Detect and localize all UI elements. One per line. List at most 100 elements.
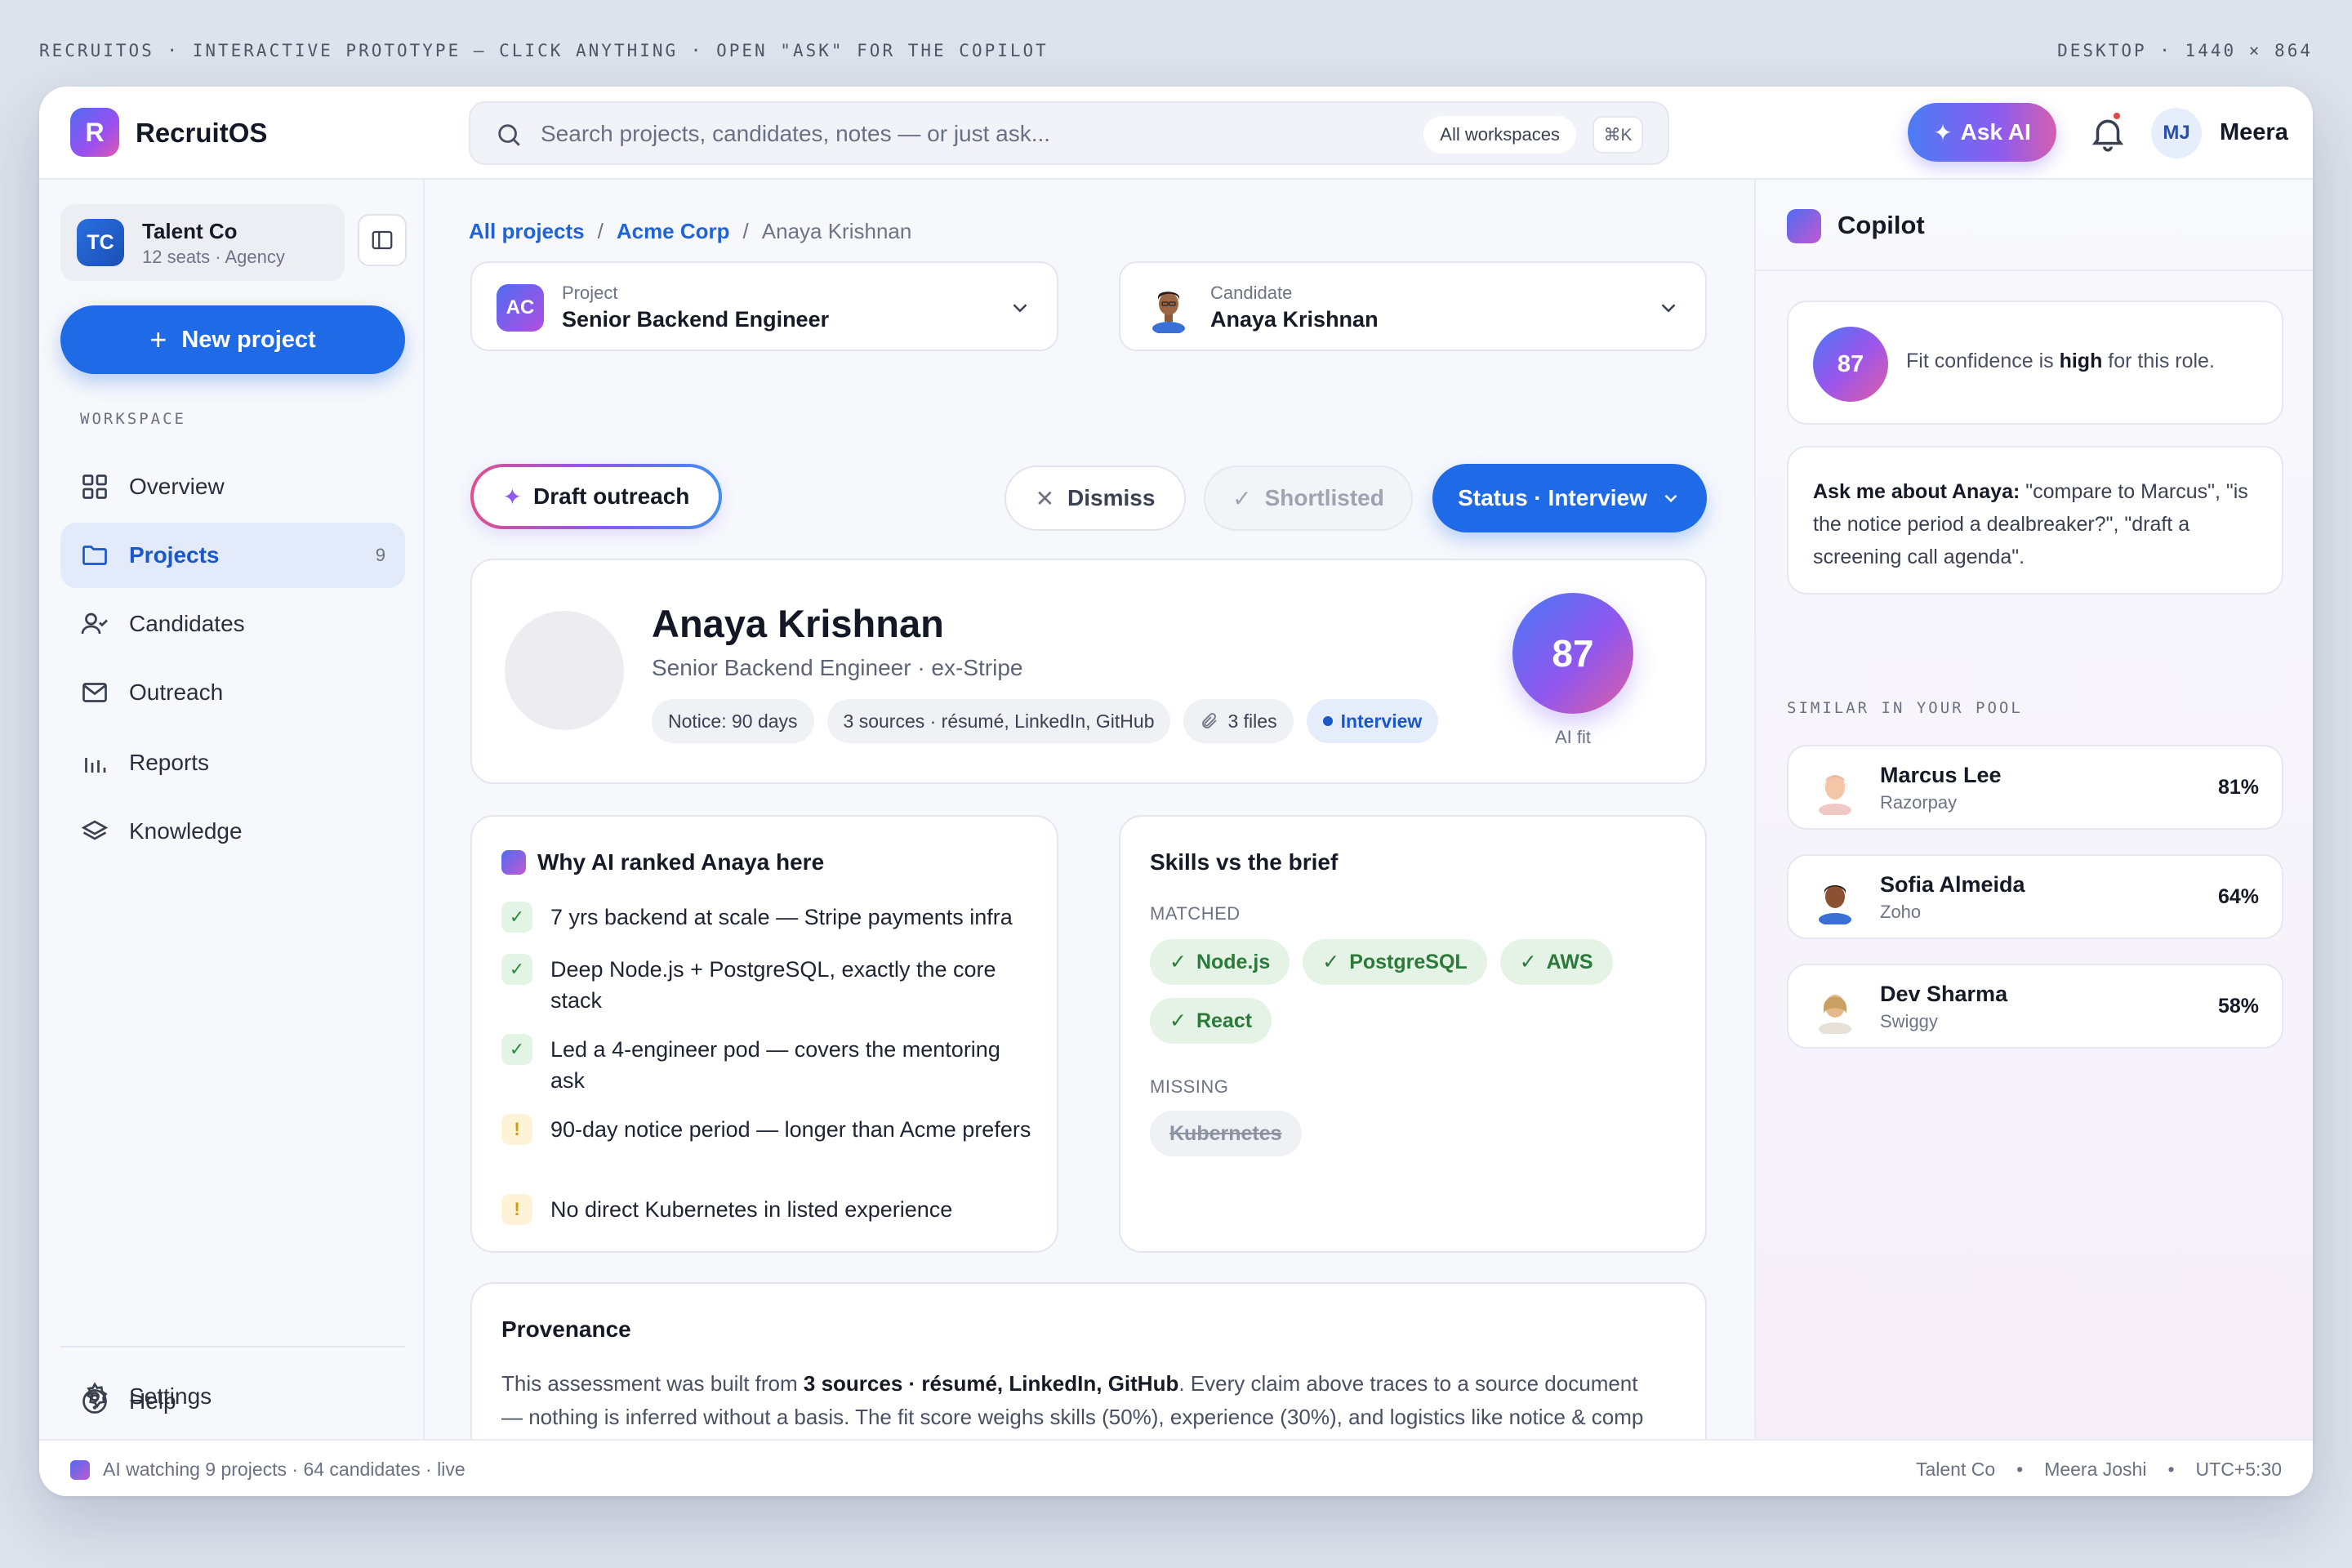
sidebar-item-label: Help [129, 1388, 176, 1414]
sidebar-item-outreach[interactable]: Outreach [60, 660, 405, 725]
similar-candidate-company: Zoho [1880, 902, 1922, 922]
app-logo[interactable]: R [70, 108, 119, 157]
check-icon: ✓ [1519, 951, 1537, 973]
skills-title: Skills vs the brief [1150, 849, 1339, 875]
ask-me-card[interactable]: Ask me about Anaya: "compare to Marcus",… [1787, 446, 2283, 595]
breadcrumb-separator: / [597, 219, 604, 243]
sidebar-item-projects[interactable]: Projects 9 [60, 523, 405, 588]
similar-candidate-company: Razorpay [1880, 792, 1958, 813]
candidate-photo-placeholder [505, 611, 624, 730]
draft-outreach-label: Draft outreach [533, 483, 690, 509]
similar-candidate-match: 58% [2217, 995, 2259, 1018]
sources-chip[interactable]: 3 sources · résumé, LinkedIn, GitHub [826, 699, 1171, 743]
collapse-sidebar-button[interactable] [358, 214, 407, 266]
why-item-text: No direct Kubernetes in listed experienc… [550, 1197, 953, 1222]
breadcrumb-separator: / [742, 219, 749, 243]
similar-candidate-row[interactable]: Marcus Lee Razorpay 81% [1787, 745, 2283, 830]
chevron-down-icon [1013, 304, 1027, 313]
status-dropdown[interactable]: Status · Interview [1432, 464, 1707, 532]
sidebar: TC Talent Co 12 seats · Agency + New pro… [39, 180, 425, 1454]
draft-outreach-button[interactable]: ✦ Draft outreach [470, 464, 722, 529]
status-dot [1322, 716, 1333, 726]
dismiss-label: Dismiss [1067, 485, 1156, 510]
sidebar-item-reports[interactable]: Reports [60, 730, 405, 795]
check-icon: ✓ [501, 1034, 532, 1065]
team-name: Talent Co [142, 219, 238, 243]
search-bar[interactable]: Search projects, candidates, notes — or … [469, 101, 1669, 165]
top-bar: R RecruitOS Search projects, candidates,… [39, 87, 2313, 180]
ask-ai-button[interactable]: ✦ Ask AI [1908, 103, 2056, 162]
user-avatar[interactable]: MJ [2151, 108, 2202, 158]
similar-candidate-row[interactable]: Dev Sharma Swiggy 58% [1787, 964, 2283, 1049]
breadcrumb-all-projects[interactable]: All projects [469, 219, 585, 244]
candidate-avatar-icon [1152, 292, 1185, 333]
skill-label: React [1196, 1009, 1253, 1032]
similar-candidate-match: 81% [2217, 776, 2259, 799]
sidebar-item-help[interactable]: Help [60, 1369, 405, 1434]
check-icon: ✓ [501, 954, 532, 985]
candidate-picker-value: Anaya Krishnan [1210, 307, 1379, 332]
candidate-picker[interactable]: Candidate Anaya Krishnan [1119, 261, 1707, 351]
copilot-title: Copilot [1838, 211, 1925, 239]
user-name[interactable]: Meera [2220, 119, 2288, 146]
projects-count-badge: 9 [375, 545, 385, 565]
team-switcher[interactable]: TC Talent Co 12 seats · Agency [60, 204, 345, 281]
provenance-text-start: This assessment was built from [501, 1371, 804, 1396]
similar-candidate-company: Swiggy [1880, 1011, 1938, 1031]
bell-icon[interactable] [2087, 113, 2128, 154]
profile-chips: Notice: 90 days 3 sources · résumé, Link… [652, 699, 1439, 743]
interview-status-chip: Interview [1306, 699, 1439, 743]
mail-icon [82, 683, 107, 702]
close-icon: ✕ [1035, 485, 1055, 511]
ask-me-heading: Ask me about Anaya: [1813, 480, 2020, 503]
provenance-sources: 3 sources · résumé, LinkedIn, GitHub [803, 1371, 1179, 1396]
dismiss-button[interactable]: ✕ Dismiss [1004, 466, 1186, 531]
footer-timezone: UTC+5:30 [2195, 1459, 2282, 1480]
ai-status-text: AI watching 9 projects · 64 candidates ·… [103, 1459, 466, 1480]
sparkle-icon: ✦ [1933, 119, 1953, 145]
skill-chip: ✓ React [1150, 998, 1272, 1044]
main-content: All projects / Acme Corp / Anaya Krishna… [425, 180, 1754, 1454]
similar-candidate-match: 64% [2217, 885, 2259, 908]
copilot-icon [1787, 209, 1821, 243]
skills-card: Skills vs the brief MATCHED ✓ Node.js ✓ Po… [1119, 815, 1707, 1253]
why-item: ! No direct Kubernetes in listed experie… [501, 1194, 1032, 1225]
sidebar-item-candidates[interactable]: Candidates [60, 591, 405, 657]
sidebar-item-overview[interactable]: Overview [60, 454, 405, 519]
folder-icon [82, 546, 107, 565]
skill-chip: ✓ Node.js [1150, 939, 1290, 985]
workspace-filter[interactable]: All workspaces [1423, 116, 1576, 154]
sidebar-item-knowledge[interactable]: Knowledge [60, 799, 405, 864]
ask-ai-label: Ask AI [1960, 119, 2031, 145]
prototype-banner: RECRUITOS · INTERACTIVE PROTOTYPE — CLIC… [39, 41, 2313, 60]
shortlisted-button[interactable]: ✓ Shortlisted [1204, 466, 1413, 531]
similar-candidate-name: Marcus Lee [1880, 763, 2002, 787]
matched-label: MATCHED [1150, 903, 1241, 924]
why-item: ! 90-day notice period — longer than Acm… [501, 1114, 1032, 1145]
notification-dot [2112, 111, 2122, 121]
app-window: R RecruitOS Search projects, candidates,… [39, 87, 2313, 1496]
bar-chart-icon [85, 758, 106, 773]
skill-label: PostgreSQL [1349, 950, 1468, 973]
why-item-text: Led a 4-engineer pod — covers the mentor… [550, 1037, 1000, 1093]
why-ranked-heading: Why AI ranked Anaya here [537, 849, 825, 875]
sidebar-item-label: Reports [129, 750, 210, 775]
project-picker[interactable]: AC Project Senior Backend Engineer [470, 261, 1058, 351]
similar-candidate-row[interactable]: Sofia Almeida Zoho 64% [1787, 854, 2283, 939]
status-bar: AI watching 9 projects · 64 candidates ·… [39, 1439, 2313, 1496]
ai-fit-score: 87 [1512, 593, 1633, 714]
search-input[interactable]: Search projects, candidates, notes — or … [541, 121, 1050, 147]
new-project-button[interactable]: + New project [60, 305, 405, 374]
sidebar-divider [60, 1346, 405, 1348]
breadcrumb: All projects / Acme Corp / Anaya Krishna… [469, 219, 911, 244]
footer-separator: • [2167, 1459, 2175, 1480]
files-chip[interactable]: 3 files [1183, 699, 1294, 743]
missing-label: MISSING [1150, 1076, 1229, 1097]
ask-me-text: Ask me about Anaya: "compare to Marcus",… [1813, 475, 2261, 573]
grid-icon [82, 474, 107, 499]
why-item: ✓ 7 yrs backend at scale — Stripe paymen… [501, 902, 1032, 933]
breadcrumb-acme-corp[interactable]: Acme Corp [617, 219, 730, 244]
candidate-profile-card: Anaya Krishnan Senior Backend Engineer ·… [470, 559, 1707, 784]
files-chip-label: 3 files [1227, 710, 1277, 732]
sidebar-item-label: Knowledge [129, 818, 243, 844]
